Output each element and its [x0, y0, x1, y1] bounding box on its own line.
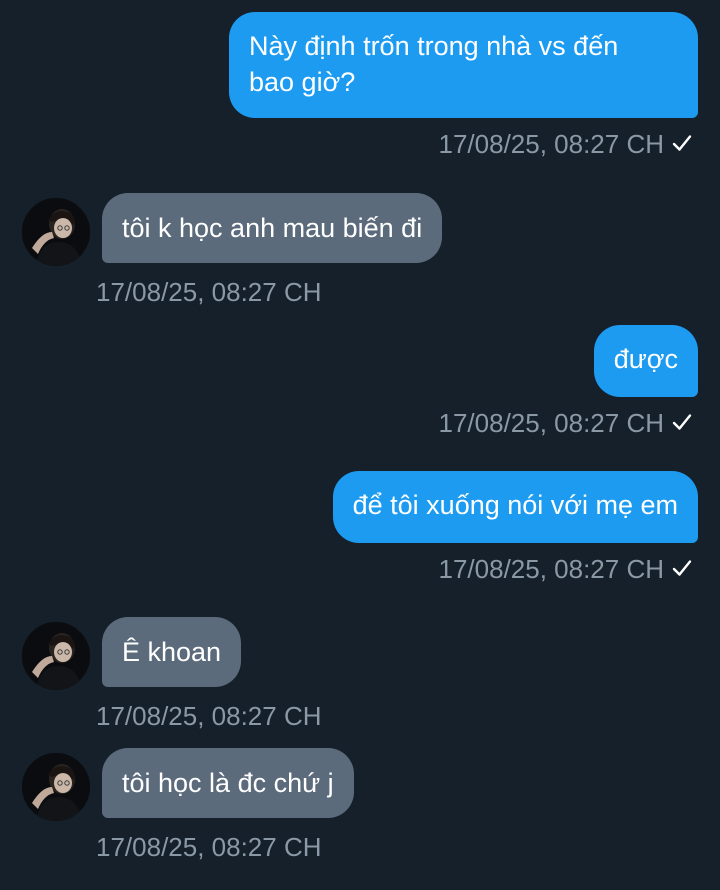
timestamp-text: 17/08/25, 08:27 CH — [438, 408, 665, 438]
timestamp-text: 17/08/25, 08:27 CH — [96, 701, 322, 731]
incoming-message-bubble[interactable]: tôi k học anh mau biến đi — [102, 193, 443, 263]
avatar[interactable] — [22, 753, 90, 821]
message-text: để tôi xuống nói với mẹ em — [352, 490, 678, 520]
avatar[interactable] — [22, 198, 90, 266]
check-icon — [672, 406, 692, 438]
message-timestamp: 17/08/25, 08:27 CH — [439, 553, 693, 587]
message-text: được — [613, 344, 678, 374]
avatar[interactable] — [22, 622, 90, 690]
check-icon — [672, 552, 692, 584]
message-text: tôi k học anh mau biến đi — [122, 213, 423, 243]
outgoing-message-bubble[interactable]: Này định trốn trong nhà vs đến bao giờ? — [229, 12, 698, 118]
message-timestamp: 17/08/25, 08:27 CH — [439, 407, 693, 441]
message-text-line: Này định trốn trong nhà vs đến — [249, 31, 619, 61]
timestamp-text: 17/08/25, 08:27 CH — [438, 554, 665, 584]
message-timestamp: 17/08/25, 08:27 CH — [96, 831, 322, 863]
message-text-line: bao giờ? — [249, 67, 356, 97]
timestamp-text: 17/08/25, 08:27 CH — [438, 129, 665, 159]
outgoing-message-bubble[interactable]: được — [593, 325, 698, 397]
message-text: Ê khoan — [122, 637, 222, 667]
outgoing-message-bubble[interactable]: để tôi xuống nói với mẹ em — [332, 471, 698, 543]
timestamp-text: 17/08/25, 08:27 CH — [96, 277, 322, 307]
timestamp-text: 17/08/25, 08:27 CH — [96, 832, 322, 862]
chat-thread: Này định trốn trong nhà vs đến bao giờ? … — [0, 0, 720, 890]
message-text: tôi học là đc chứ j — [122, 768, 334, 798]
incoming-message-bubble[interactable]: Ê khoan — [102, 617, 242, 687]
message-timestamp: 17/08/25, 08:27 CH — [439, 128, 693, 162]
message-timestamp: 17/08/25, 08:27 CH — [96, 700, 322, 732]
message-timestamp: 17/08/25, 08:27 CH — [96, 276, 322, 308]
incoming-message-bubble[interactable]: tôi học là đc chứ j — [102, 748, 354, 818]
check-icon — [672, 127, 692, 159]
